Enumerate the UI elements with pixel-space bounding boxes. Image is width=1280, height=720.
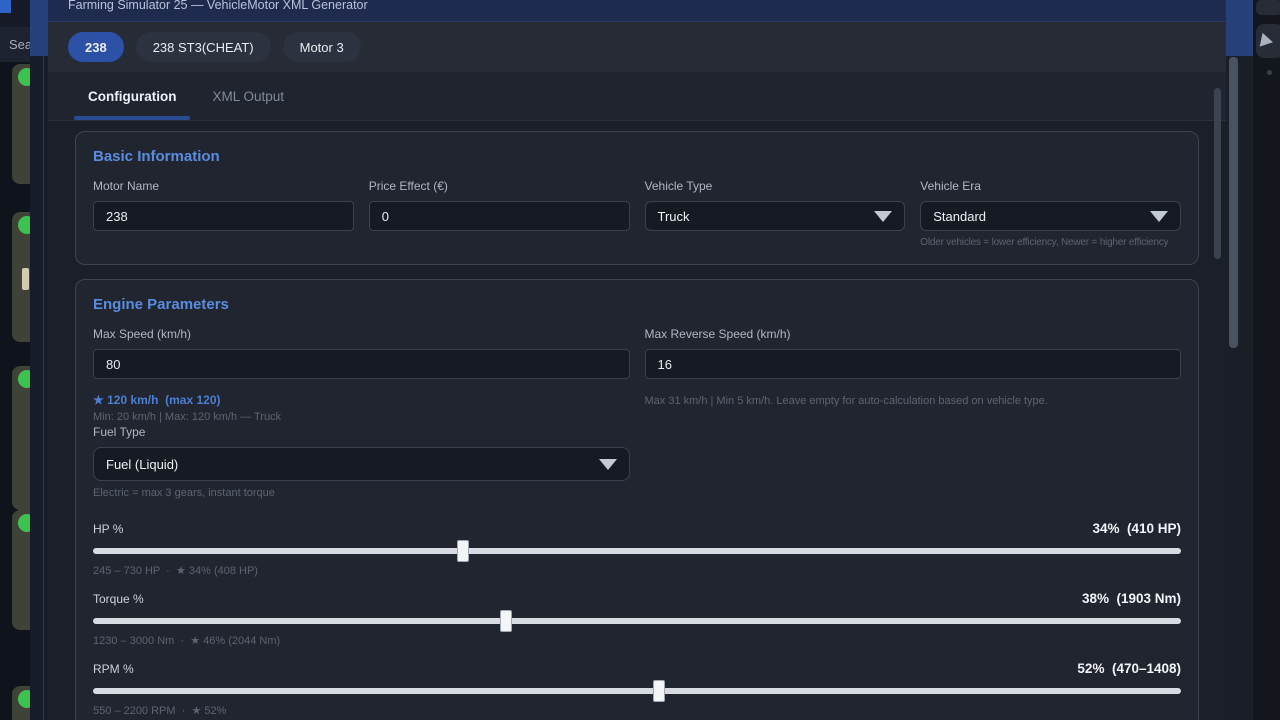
- torque-slider-track[interactable]: [93, 618, 1181, 624]
- vehicle-era-label: Vehicle Era: [920, 179, 1181, 193]
- rpm-slider-label: RPM %: [93, 662, 134, 676]
- max-speed-field: Max Speed (km/h) ★ 120 km/h (max 120) Mi…: [93, 327, 630, 423]
- hp-slider-label: HP %: [93, 522, 123, 536]
- vehicle-card[interactable]: [12, 212, 30, 342]
- max-speed-label: Max Speed (km/h): [93, 327, 630, 341]
- status-dot-icon: [18, 690, 30, 708]
- card-thumbnail: [22, 268, 29, 290]
- page-scrollbar: [1226, 0, 1253, 720]
- dialog-edge-line: [43, 56, 44, 720]
- dot-icon: [1267, 70, 1272, 75]
- motor-name-field: Motor Name: [93, 179, 354, 248]
- chevron-down-icon: [599, 459, 617, 470]
- rpm-slider-track[interactable]: [93, 688, 1181, 694]
- fuel-type-value: Fuel (Liquid): [106, 457, 178, 472]
- engine-parameters-section: Engine Parameters Max Speed (km/h) ★ 120…: [75, 279, 1199, 720]
- cursor-arrow-icon: [1260, 33, 1275, 49]
- background-page-left: Sea: [0, 0, 30, 720]
- fuel-type-note: Electric = max 3 gears, instant torque: [93, 487, 630, 499]
- status-dot-icon: [18, 216, 30, 234]
- screen: Sea Farming Simulator 25 — VehicleMotor …: [0, 0, 1280, 720]
- background-navbar: [0, 0, 30, 27]
- active-tab-indicator: [74, 116, 190, 120]
- tab-xml-output[interactable]: XML Output: [194, 72, 302, 120]
- vehicle-era-note: Older vehicles = lower efficiency, Newer…: [920, 237, 1181, 248]
- hp-slider-thumb[interactable]: [457, 540, 469, 562]
- rpm-slider-thumb[interactable]: [653, 680, 665, 702]
- tab-xml-output-label: XML Output: [212, 89, 284, 104]
- modal-header-edge-left: [30, 0, 48, 56]
- fuel-type-select[interactable]: Fuel (Liquid): [93, 447, 630, 481]
- fuel-type-field: Fuel Type Fuel (Liquid) Electric = max 3…: [93, 425, 630, 499]
- status-dot-icon: [18, 514, 30, 532]
- page-scrollbar-thumb[interactable]: [1229, 57, 1238, 348]
- vehicle-card[interactable]: [12, 366, 30, 510]
- vehicle-type-value: Truck: [658, 209, 690, 224]
- tab-configuration[interactable]: Configuration: [70, 72, 194, 120]
- engine-parameters-heading: Engine Parameters: [93, 296, 1181, 313]
- chevron-down-icon: [1150, 211, 1168, 222]
- tab-configuration-label: Configuration: [88, 89, 176, 104]
- rpm-slider-note: 550 – 2200 RPM · ★ 52%: [93, 704, 1181, 717]
- hp-slider-track[interactable]: [93, 548, 1181, 554]
- send-button[interactable]: [1256, 24, 1280, 58]
- torque-slider-value: 38% (1903 Nm): [1082, 591, 1181, 606]
- basic-information-section: Basic Information Motor Name Price Effec…: [75, 131, 1199, 265]
- hp-slider-value: 34% (410 HP): [1092, 521, 1181, 536]
- dialog-title: Farming Simulator 25 — VehicleMotor XML …: [68, 0, 1226, 13]
- vehicle-type-select[interactable]: Truck: [645, 201, 906, 231]
- vehicle-era-value: Standard: [933, 209, 986, 224]
- vehicle-era-select[interactable]: Standard: [920, 201, 1181, 231]
- modal-backdrop-left: [30, 0, 48, 720]
- app-logo: [0, 0, 11, 13]
- configuration-panel: Basic Information Motor Name Price Effec…: [48, 121, 1226, 720]
- motor-tab-238[interactable]: 238: [68, 32, 124, 62]
- vehicle-card[interactable]: [12, 510, 30, 630]
- search-input[interactable]: Sea: [0, 27, 30, 62]
- torque-slider-block: Torque % 38% (1903 Nm) 1230 – 3000 Nm · …: [93, 591, 1181, 647]
- rpm-slider-block: RPM % 52% (470–1408) 550 – 2200 RPM · ★ …: [93, 661, 1181, 717]
- torque-slider-label: Torque %: [93, 592, 144, 606]
- content-scrollbar-thumb[interactable]: [1214, 88, 1221, 259]
- view-tab-bar: Configuration XML Output: [48, 72, 1226, 121]
- vehiclemotor-xml-generator-dialog: Farming Simulator 25 — VehicleMotor XML …: [48, 0, 1226, 720]
- basic-information-heading: Basic Information: [93, 148, 1181, 165]
- modal-header-edge-right: [1226, 0, 1253, 56]
- vehicle-era-field: Vehicle Era Standard Older vehicles = lo…: [920, 179, 1181, 248]
- vehicle-type-field: Vehicle Type Truck: [645, 179, 906, 248]
- max-reverse-speed-field: Max Reverse Speed (km/h) Max 31 km/h | M…: [645, 327, 1182, 423]
- price-effect-input[interactable]: [369, 201, 630, 231]
- max-reverse-speed-label: Max Reverse Speed (km/h): [645, 327, 1182, 341]
- vehicle-type-label: Vehicle Type: [645, 179, 906, 193]
- status-dot-icon: [18, 68, 30, 86]
- torque-slider-note: 1230 – 3000 Nm · ★ 46% (2044 Nm): [93, 634, 1181, 647]
- motor-tab-bar: 238 238 ST3(CHEAT) Motor 3: [48, 22, 1226, 72]
- torque-slider-thumb[interactable]: [500, 610, 512, 632]
- background-button-partial: [1256, 0, 1280, 15]
- max-speed-input[interactable]: [93, 349, 630, 379]
- hp-slider-note: 245 – 730 HP · ★ 34% (408 HP): [93, 564, 1181, 577]
- motor-tab-motor-3[interactable]: Motor 3: [283, 32, 361, 62]
- search-input-text: Sea: [9, 37, 30, 52]
- motor-name-input[interactable]: [93, 201, 354, 231]
- hp-slider-block: HP % 34% (410 HP) 245 – 730 HP · ★ 34% (…: [93, 521, 1181, 577]
- price-effect-field: Price Effect (€): [369, 179, 630, 248]
- rpm-slider-value: 52% (470–1408): [1077, 661, 1181, 676]
- background-page-right: [1253, 0, 1280, 720]
- vehicle-card[interactable]: [12, 686, 30, 720]
- max-reverse-speed-note: Max 31 km/h | Min 5 km/h. Leave empty fo…: [645, 395, 1182, 407]
- status-dot-icon: [18, 370, 30, 388]
- price-effect-label: Price Effect (€): [369, 179, 630, 193]
- vehicle-card[interactable]: [12, 64, 30, 184]
- dialog-title-bar: Farming Simulator 25 — VehicleMotor XML …: [48, 0, 1226, 22]
- max-speed-star-note: ★ 120 km/h (max 120): [93, 393, 630, 407]
- motor-tab-238-st3-cheat[interactable]: 238 ST3(CHEAT): [136, 32, 271, 62]
- motor-name-label: Motor Name: [93, 179, 354, 193]
- fuel-type-label: Fuel Type: [93, 425, 630, 439]
- max-reverse-speed-input[interactable]: [645, 349, 1182, 379]
- max-speed-range-note: Min: 20 km/h | Max: 120 km/h — Truck: [93, 411, 630, 423]
- chevron-down-icon: [874, 211, 892, 222]
